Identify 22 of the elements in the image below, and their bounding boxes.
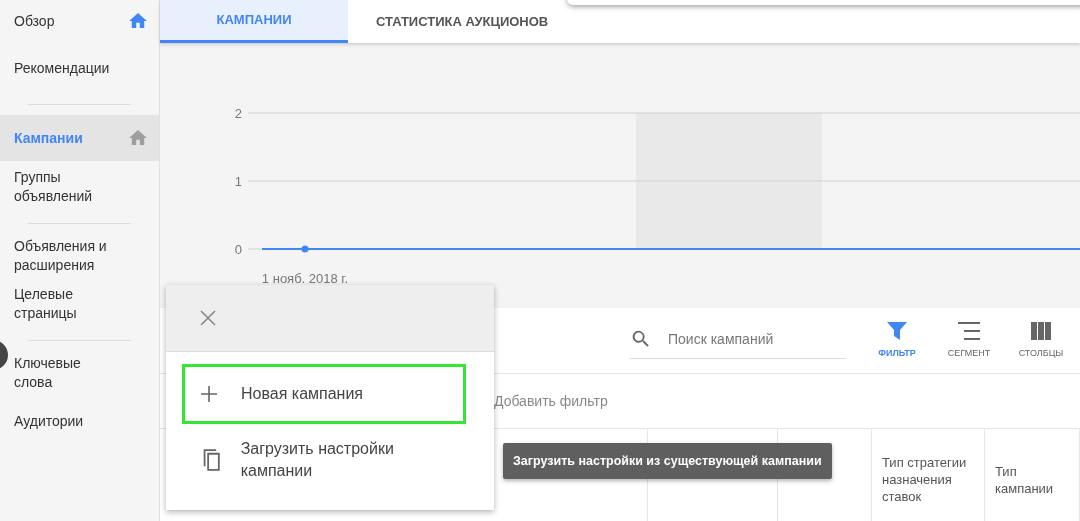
column-header[interactable]: Тип стратегии назначения ставок bbox=[872, 429, 985, 521]
axis-label: 1 bbox=[234, 173, 242, 189]
sidebar-item[interactable]: Аудитории bbox=[0, 399, 159, 443]
sidebar-item[interactable]: Обзор bbox=[0, 0, 159, 42]
search-field[interactable]: Поиск кампаний bbox=[666, 329, 830, 348]
toolbar-button[interactable]: СЕГМЕНТ bbox=[934, 322, 1004, 359]
menu-item[interactable]: Новая кампания bbox=[182, 364, 466, 424]
toolbar-button[interactable]: СТОЛБЦЫ bbox=[1006, 322, 1076, 359]
tooltip: Загрузить настройки из существующей кампании bbox=[503, 443, 832, 479]
axis-label: 2 bbox=[234, 105, 242, 121]
axis-label: 1 нояб. 2018 г. bbox=[261, 270, 349, 286]
axis-label: 0 bbox=[234, 241, 242, 257]
sidebar-item[interactable]: Рекомендации bbox=[0, 46, 159, 90]
sidebar-item[interactable]: Целевые страницы bbox=[0, 282, 159, 326]
menu-item[interactable]: Загрузить настройки кампании bbox=[182, 424, 466, 496]
sidebar-item[interactable]: Объявления и расширения bbox=[0, 234, 159, 278]
tab[interactable]: СТАТИСТИКА АУКЦИОНОВ bbox=[348, 0, 578, 43]
sidebar-item[interactable]: Ключевые слова bbox=[0, 351, 159, 395]
toolbar-button[interactable]: ФИЛЬТР bbox=[862, 322, 932, 359]
sidebar-item[interactable]: Группы объявлений bbox=[0, 165, 159, 209]
column-header[interactable]: Тип кампании bbox=[985, 429, 1080, 521]
add-filter-link[interactable]: Добавить фильтр bbox=[494, 392, 608, 409]
